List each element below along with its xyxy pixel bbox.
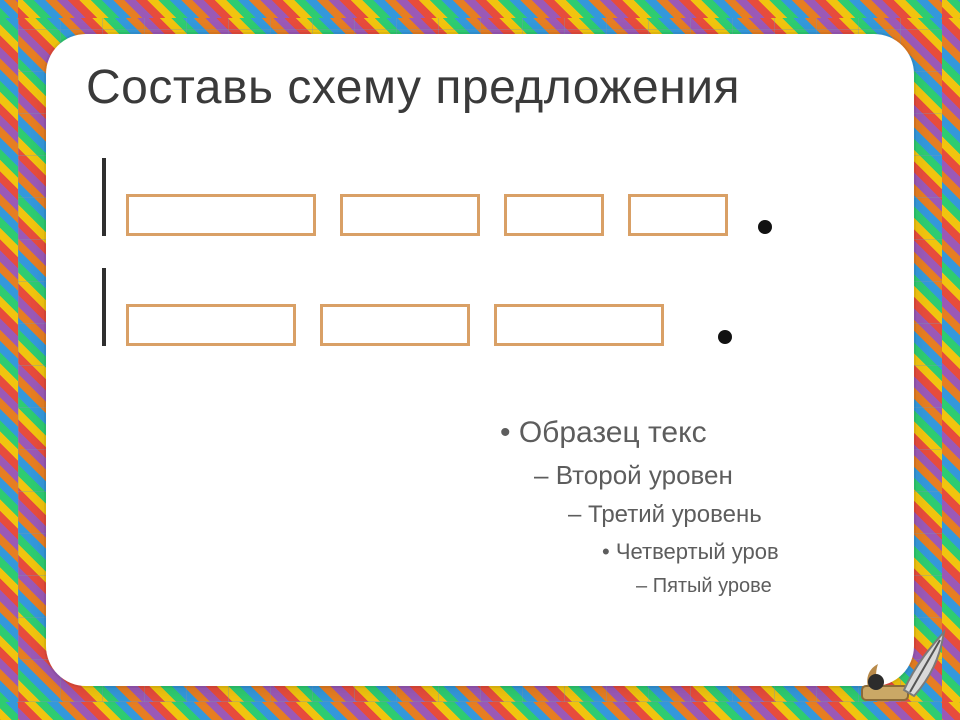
- outline-level-5: Пятый урове: [636, 575, 914, 598]
- outline-level-4: Четвертый уров: [602, 539, 914, 565]
- outline-level-2: Второй уровен: [534, 460, 914, 491]
- word-slot: [504, 194, 604, 236]
- slide-card: Составь схему предложения Образец текс В…: [46, 34, 914, 686]
- sentence-scheme-row-1: [102, 194, 772, 236]
- word-slot: [340, 194, 480, 236]
- sentence-period: [718, 330, 732, 344]
- quill-and-scroll-icon: [844, 604, 954, 714]
- body-placeholder-outline: Образец текс Второй уровен Третий уровен…: [500, 416, 914, 598]
- sentence-scheme-row-2: [102, 304, 732, 346]
- outline-level-1: Образец текс: [500, 416, 914, 450]
- word-slot: [126, 194, 316, 236]
- word-slot: [628, 194, 728, 236]
- slide-title: Составь схему предложения: [86, 60, 874, 115]
- sentence-period: [758, 220, 772, 234]
- outline-level-3: Третий уровень: [568, 501, 914, 529]
- word-slot: [494, 304, 664, 346]
- word-slot: [320, 304, 470, 346]
- word-slot: [126, 304, 296, 346]
